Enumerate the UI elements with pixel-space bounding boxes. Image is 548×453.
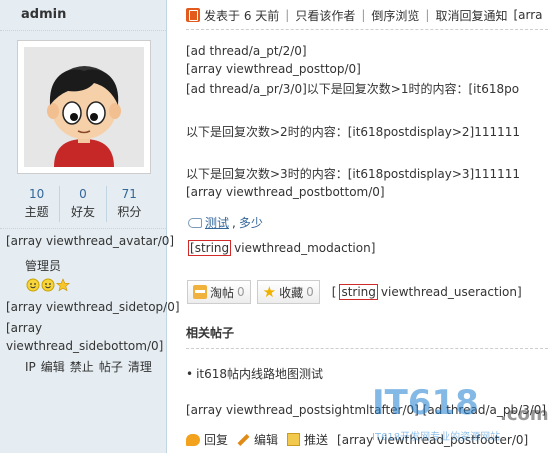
stat-label: 主题 [24,205,49,219]
author-only-link[interactable]: 只看该作者 [295,7,355,24]
favorite-button[interactable]: ★ 收藏 0 [256,280,320,304]
post-info-bar: 发表于 6 天前 | 只看该作者 | 倒序浏览 | 取消回复通知 [arra [186,6,543,24]
store-label: 淘帖 [210,285,235,300]
smile-medal-icon [26,278,40,292]
op-posts[interactable]: 帖子 [99,360,123,374]
separator: | [361,8,366,22]
store-thread-button[interactable]: 淘帖 0 [187,280,251,304]
tag-link[interactable]: 测试 [205,214,229,231]
stat-value[interactable]: 10 [14,186,59,202]
favorite-count: 0 [306,285,314,299]
cartoon-boy-avatar-icon [24,47,144,167]
avatar-hook-text: [array viewthread_avatar/0] [6,234,175,248]
content-line: [ad thread/a_pr/3/0]以下是回复次数>1时的内容：[it618… [186,82,520,96]
sidetop-hook-text: [array viewthread_sidetop/0] [6,300,180,314]
push-label: 推送 [304,433,329,447]
cancel-notify-link[interactable]: 取消回复通知 [435,7,507,24]
admin-ops: IP 编辑 禁止 帖子 清理 [25,358,157,375]
star-icon: ★ [262,283,277,301]
post-info-hook: [arra [513,8,543,22]
stat-value[interactable]: 71 [107,186,152,202]
content-line: [array viewthread_posttop/0] [186,62,361,76]
content-line: [ad thread/a_pt/2/0] [186,44,307,58]
post-time: 发表于 6 天前 [204,8,280,23]
op-ip[interactable]: IP [25,360,36,374]
boxed-string: string [339,284,378,300]
related-thread-item[interactable]: • it618帖内线路地图测试 [186,365,323,382]
content-line: [array viewthread_postbottom/0] [186,185,385,199]
op-edit[interactable]: 编辑 [41,360,65,374]
related-threads-title: 相关帖子 [186,326,235,340]
author-sidebar: admin 10 主题 0 好友 71 积分 [array viewthread… [0,0,180,453]
reply-button[interactable]: 回复 [186,431,228,448]
bracket: [ [331,285,337,299]
star-medal-icon [56,278,70,292]
related-thread-link[interactable]: it618帖内线路地图测试 [196,367,323,381]
useraction-text: viewthread_useraction] [380,285,522,299]
avatar[interactable] [17,40,151,174]
stat-label: 好友 [70,205,95,219]
divider [186,29,548,30]
separator: | [285,8,290,22]
stat-value[interactable]: 0 [60,186,105,202]
post-body: 发表于 6 天前 | 只看该作者 | 倒序浏览 | 取消回复通知 [arra [… [168,0,548,453]
store-icon [193,285,207,299]
author-stats: 10 主题 0 好友 71 积分 [14,186,152,222]
sidebottom-hook-text: [array viewthread_sidebottom/0] [6,321,164,353]
push-button[interactable]: 推送 [287,431,328,448]
tag-link[interactable]: 多少 [239,214,263,231]
reply-icon [186,433,200,446]
divider [0,228,166,229]
stat-label: 积分 [117,205,142,219]
tag-icon [188,217,202,228]
thread-tags: 测试, 多少 [188,214,263,231]
edit-label: 编辑 [254,433,279,447]
stat-threads[interactable]: 10 主题 [14,186,61,222]
reply-label: 回复 [204,433,229,447]
favorite-label: 收藏 [279,285,304,300]
modaction-hook: [string viewthread_modaction] [188,240,375,256]
bullet: • [186,367,194,381]
medal-list [26,278,70,292]
post-action-buttons: 淘帖 0 ★ 收藏 0 [ string viewthread_useracti… [187,280,522,304]
content-line: 以下是回复次数>3时的内容：[it618postdisplay>3]111111 [186,167,521,181]
author-username[interactable]: admin [21,7,66,22]
modaction-text: viewthread_modaction] [234,241,376,255]
reverse-order-link[interactable]: 倒序浏览 [371,7,419,24]
divider [186,348,548,349]
op-clean[interactable]: 清理 [128,360,152,374]
push-icon [287,433,301,446]
content-line: 以下是回复次数>2时的内容：[it618postdisplay>2]111111 [186,125,521,139]
op-ban[interactable]: 禁止 [70,360,94,374]
useraction-hook: [ string viewthread_useraction] [332,284,522,300]
stat-credits[interactable]: 71 积分 [107,186,152,222]
postfooter-hook: [array viewthread_postfooter/0] [337,432,529,447]
user-group[interactable]: 管理员 [25,257,61,274]
separator: | [425,8,430,22]
boxed-string: [string [188,240,232,256]
string-label: string [194,241,230,255]
tag-separator: , [232,215,236,230]
post-footer-bar: 回复 编辑 推送 [array viewthread_postfooter/0] [186,431,528,448]
smile-medal-icon [41,278,55,292]
store-count: 0 [237,285,245,299]
avatar-image [24,47,144,167]
stat-friends[interactable]: 0 好友 [60,186,107,222]
sightml-hook: [array viewthread_postsightmltafter/0] [… [186,403,547,417]
pencil-icon [237,433,250,446]
divider [0,30,166,31]
author-online-icon [186,8,200,22]
edit-button[interactable]: 编辑 [237,431,278,448]
